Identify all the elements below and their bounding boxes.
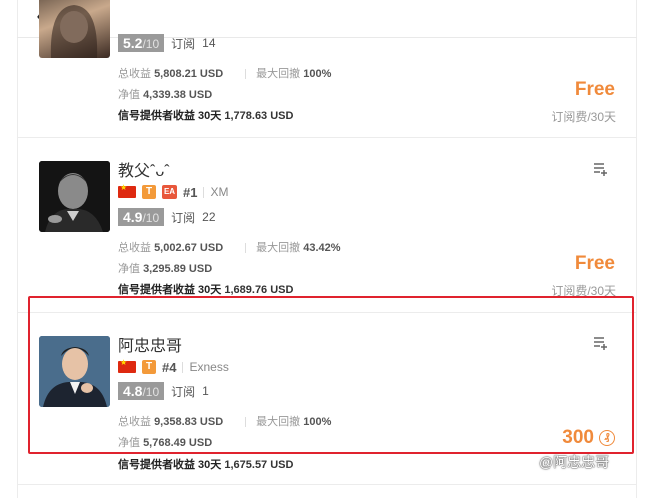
tag-row: T EA #1 XM [118,183,228,201]
avatar[interactable] [39,0,110,58]
avatar-image [39,336,110,407]
china-flag-icon [118,358,136,373]
add-to-list-icon[interactable] [593,161,609,177]
price-period: 订阅费/30天 [551,284,616,298]
add-to-list-icon[interactable] [593,335,609,351]
price: 300 ₰ [562,427,615,449]
watermark: @阿忠忠哥 [539,454,610,470]
trader-name[interactable]: 教父ˆᴗˆ [118,157,170,181]
broker-name: Exness [189,360,229,374]
tag-t-icon: T [142,185,156,199]
card-divider [17,484,637,485]
rating-badge: 4.9/10 [118,208,165,226]
score-row: 5.2/10 订阅 14 [118,34,216,52]
rank: #1 [183,184,198,200]
subscriber-count: 22 [202,210,216,224]
avatar[interactable] [39,336,110,407]
stat-row-equity: 净值 5,768.49 USD [118,437,213,449]
rank: #4 [162,359,177,375]
subscribe-label: 订阅 [171,384,196,399]
coin-icon: ₰ [599,429,615,446]
price: Free [574,253,615,274]
stat-row-provider: 信号提供者收益 30天 1,778.63 USD [118,110,294,122]
stat-row-equity: 净值 4,339.38 USD [118,89,213,101]
subscriber-count: 1 [202,384,209,398]
avatar-image [50,5,98,58]
subscribe-label: 订阅 [171,36,196,51]
score-row: 4.9/10 订阅 22 [118,208,216,226]
avatar-image [39,161,110,232]
stat-row-profit: 总收益 5,808.21 USD 最大回撤 100% [118,68,332,80]
broker-name: XM [210,185,229,199]
tag-row: T #4 Exness [118,358,229,376]
rating-badge: 4.8/10 [118,382,165,400]
stat-row-provider: 信号提供者收益 30天 1,675.57 USD [118,459,294,471]
tag-t-icon: T [142,360,156,374]
stat-row-provider: 信号提供者收益 30天 1,689.76 USD [118,284,294,296]
separator [203,186,205,198]
subscriber-count: 14 [202,36,216,50]
score-row: 4.8/10 订阅 1 [118,382,209,400]
tag-ea-icon: EA [162,185,177,199]
price: Free [574,79,615,100]
card-divider [17,137,637,138]
header-divider [17,37,637,38]
stat-row-equity: 净值 3,295.89 USD [118,263,213,275]
china-flag-icon [118,183,136,198]
rating-badge: 5.2/10 [118,34,165,52]
stat-row-profit: 总收益 5,002.67 USD 最大回撤 43.42% [118,242,341,254]
card-divider [17,312,637,313]
subscribe-label: 订阅 [171,210,196,225]
separator [182,361,184,373]
price-period: 订阅费/30天 [551,110,616,124]
trader-name[interactable]: 阿忠忠哥 [118,332,182,356]
stat-row-profit: 总收益 9,358.83 USD 最大回撤 100% [118,416,332,428]
avatar[interactable] [39,161,110,232]
